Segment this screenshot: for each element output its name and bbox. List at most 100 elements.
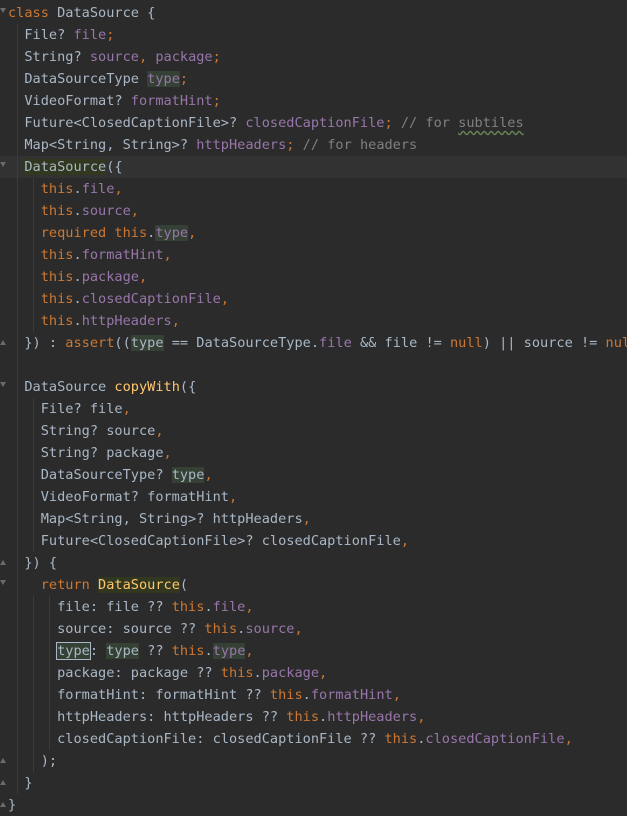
code-line[interactable]: DataSourceType? type,: [0, 464, 627, 486]
code-token: ,: [245, 599, 254, 615]
code-text: }) {: [8, 552, 57, 574]
code-line[interactable]: DataSourceType type;: [0, 68, 627, 90]
fold-marker-icon[interactable]: [0, 758, 6, 763]
code-line[interactable]: this.formatHint,: [0, 244, 627, 266]
code-line[interactable]: file: file ?? this.file,: [0, 596, 627, 618]
fold-marker-icon[interactable]: [0, 802, 6, 807]
code-token: type: [56, 642, 91, 660]
code-token: type: [212, 643, 246, 659]
fold-marker-icon[interactable]: [0, 580, 6, 585]
code-text: String? source, package;: [8, 46, 220, 68]
code-token: this: [286, 709, 320, 725]
code-line[interactable]: }) {: [0, 552, 627, 574]
code-token: ;: [286, 137, 303, 153]
code-token: formatHint: formatHint ??: [8, 687, 270, 703]
code-token: return: [40, 577, 99, 593]
code-token: :: [89, 643, 107, 659]
code-token: ,: [302, 511, 311, 527]
code-token: package: [261, 665, 320, 681]
code-text: source: source ?? this.source,: [8, 618, 303, 640]
code-line[interactable]: }: [0, 772, 627, 794]
code-token: null: [605, 335, 627, 351]
code-line[interactable]: File? file,: [0, 398, 627, 420]
code-text: DataSource copyWith({: [8, 376, 196, 398]
code-editor[interactable]: class DataSource { File? file; String? s…: [0, 0, 627, 813]
code-token: this: [40, 291, 74, 307]
code-line[interactable]: VideoFormat? formatHint;: [0, 90, 627, 112]
code-token: this: [269, 687, 303, 703]
code-token: this: [40, 247, 74, 263]
code-line[interactable]: Map<String, String>? httpHeaders; // for…: [0, 134, 627, 156]
code-line[interactable]: String? source, package;: [0, 46, 627, 68]
code-line[interactable]: Future<ClosedCaptionFile>? closedCaption…: [0, 530, 627, 552]
code-line[interactable]: closedCaptionFile: closedCaptionFile ?? …: [0, 728, 627, 750]
code-line[interactable]: this.source,: [0, 200, 627, 222]
code-token: type: [147, 71, 180, 87]
code-text: this.file,: [8, 178, 123, 200]
code-line[interactable]: DataSource copyWith({: [0, 376, 627, 398]
code-token: closedCaptionFile: [425, 731, 565, 747]
code-token: source: source ??: [8, 621, 205, 637]
code-token: closedCaptionFile: closedCaptionFile ??: [8, 731, 385, 747]
code-line[interactable]: String? package,: [0, 442, 627, 464]
fold-marker-icon[interactable]: [0, 780, 6, 785]
code-line[interactable]: }: [0, 794, 627, 816]
code-line[interactable]: httpHeaders: httpHeaders ?? this.httpHea…: [0, 706, 627, 728]
code-line[interactable]: this.package,: [0, 266, 627, 288]
code-token: ,: [400, 533, 410, 549]
code-text: type: type ?? this.type,: [8, 640, 254, 662]
code-token: Future<ClosedCaptionFile>? closedCaption…: [8, 533, 401, 549]
code-line[interactable]: package: package ?? this.package,: [0, 662, 627, 684]
code-token: this: [204, 621, 238, 637]
code-text: Future<ClosedCaptionFile>? closedCaption…: [8, 112, 523, 134]
code-token: DataSource: [98, 577, 180, 593]
code-line[interactable]: File? file;: [0, 24, 627, 46]
code-line[interactable]: VideoFormat? formatHint,: [0, 486, 627, 508]
code-line[interactable]: this.httpHeaders,: [0, 310, 627, 332]
code-token: .: [73, 313, 82, 329]
code-token: type: [106, 643, 139, 659]
code-line[interactable]: Map<String, String>? httpHeaders,: [0, 508, 627, 530]
code-line[interactable]: Future<ClosedCaptionFile>? closedCaption…: [0, 112, 627, 134]
code-text: DataSource({: [8, 156, 123, 178]
code-token: ;: [384, 115, 401, 131]
code-line[interactable]: class DataSource {: [0, 2, 627, 24]
code-line[interactable]: this.file,: [0, 178, 627, 200]
indent-guide: [49, 596, 50, 750]
fold-marker-icon[interactable]: [0, 340, 6, 345]
code-line[interactable]: type: type ?? this.type,: [0, 640, 627, 662]
code-line[interactable]: DataSource({: [0, 156, 627, 178]
code-token: DataSource: [24, 159, 107, 175]
code-token: .: [73, 269, 82, 285]
code-line[interactable]: return DataSource(: [0, 574, 627, 596]
code-token: file: [81, 181, 115, 197]
code-token: ,: [163, 445, 172, 461]
code-line[interactable]: String? source,: [0, 420, 627, 442]
indent-guide: [17, 24, 18, 794]
fold-marker-icon[interactable]: [0, 8, 6, 13]
code-line[interactable]: [0, 354, 627, 376]
code-line[interactable]: source: source ?? this.source,: [0, 618, 627, 640]
code-token: closedCaptionFile: [81, 291, 221, 307]
code-line[interactable]: }) : assert((type == DataSourceType.file…: [0, 332, 627, 354]
code-text: file: file ?? this.file,: [8, 596, 254, 618]
code-token: .: [204, 643, 213, 659]
fold-marker-icon[interactable]: [0, 382, 6, 387]
code-token: this: [220, 665, 254, 681]
code-token: }: [8, 797, 17, 813]
code-token: .: [73, 291, 82, 307]
code-token: httpHeaders: [81, 313, 172, 329]
code-line[interactable]: formatHint: formatHint ?? this.formatHin…: [0, 684, 627, 706]
code-token: required this: [40, 225, 148, 241]
fold-marker-icon[interactable]: [0, 162, 6, 167]
code-line[interactable]: this.closedCaptionFile,: [0, 288, 627, 310]
code-text: }: [8, 794, 16, 816]
code-line[interactable]: required this.type,: [0, 222, 627, 244]
code-text: }) : assert((type == DataSourceType.file…: [8, 332, 627, 354]
fold-marker-icon[interactable]: [0, 560, 6, 565]
code-line[interactable]: );: [0, 750, 627, 772]
